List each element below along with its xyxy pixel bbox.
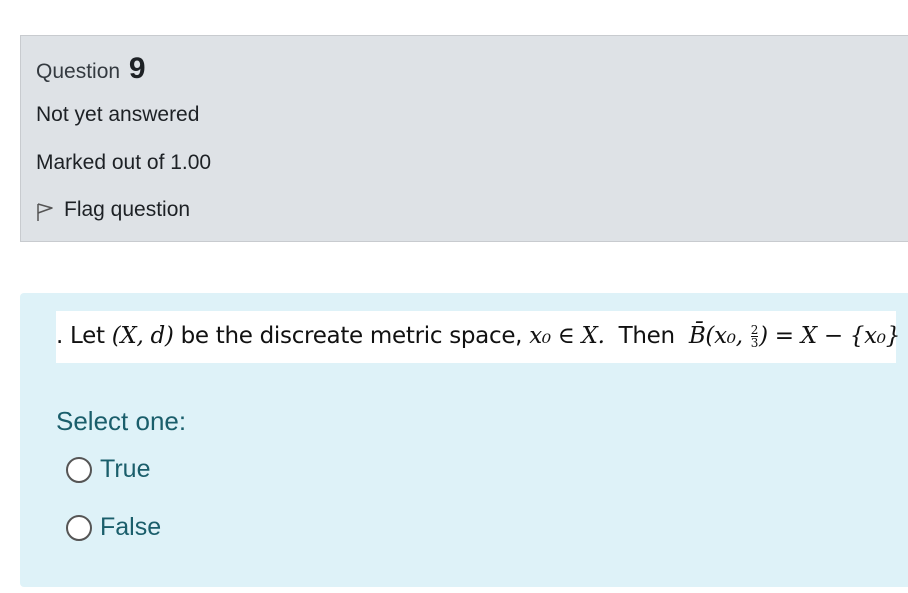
- flag-question-link[interactable]: Flag question: [36, 198, 190, 222]
- question-grade: Marked out of 1.00: [36, 151, 212, 174]
- flag-icon: [37, 203, 53, 221]
- question-label: Question: [36, 60, 121, 83]
- option-true[interactable]: True: [66, 455, 150, 484]
- fraction-denominator: 3: [750, 336, 759, 350]
- question-text-prefix: . Let: [56, 323, 112, 349]
- option-true-label[interactable]: True: [100, 455, 150, 484]
- option-false[interactable]: False: [66, 513, 161, 542]
- question-number-heading: Question 9: [36, 52, 146, 86]
- radius-fraction: 23: [750, 323, 759, 350]
- question-state: Not yet answered: [36, 103, 200, 126]
- closed-ball-expr: B̄(x₀,: [688, 323, 750, 349]
- select-one-prompt: Select one:: [56, 406, 187, 436]
- point-expr: x₀ ∈ X.: [529, 323, 605, 349]
- question-text: . Let (X, d) be the discreate metric spa…: [56, 311, 900, 363]
- option-false-label[interactable]: False: [100, 513, 161, 542]
- question-text-then: Then: [604, 323, 689, 349]
- question-info-panel: Question 9 Not yet answered Marked out o…: [20, 35, 908, 242]
- radio-true[interactable]: [66, 456, 92, 483]
- flag-question-label: Flag question: [64, 198, 191, 221]
- rhs-expr: ) = X − {x₀}: [759, 323, 901, 349]
- question-number: 9: [128, 52, 146, 85]
- metric-space-expr: (X, d): [111, 323, 174, 349]
- radio-false[interactable]: [66, 514, 92, 541]
- fraction-numerator: 2: [750, 323, 759, 337]
- question-formulation: . Let (X, d) be the discreate metric spa…: [20, 293, 908, 587]
- question-text-mid: be the discreate metric space,: [173, 323, 530, 349]
